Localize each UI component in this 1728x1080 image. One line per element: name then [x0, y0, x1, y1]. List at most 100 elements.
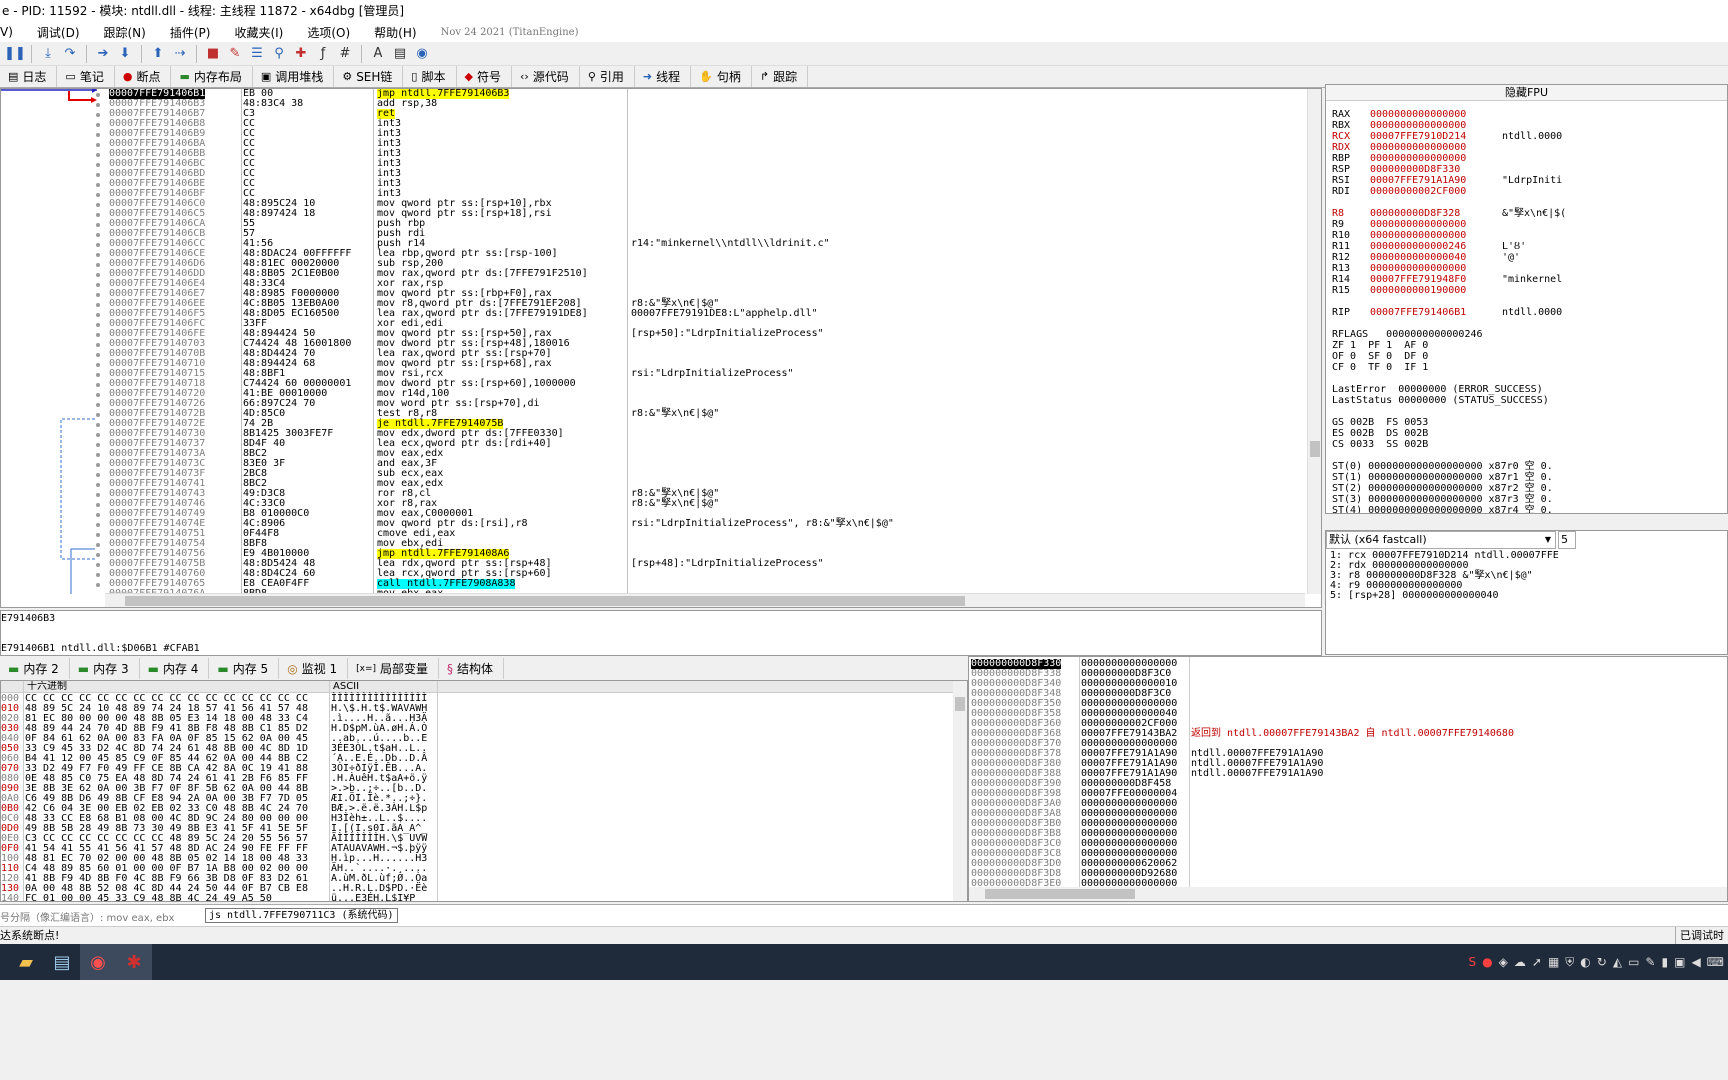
notepad-icon[interactable]: ▤ [44, 944, 80, 980]
fpu-line[interactable]: ST(1) 0000000000000000000 x87r1 空 0. [1326, 472, 1727, 483]
fpu-line[interactable]: ST(4) 0000000000000000000 x87r4 空 0. [1326, 505, 1727, 513]
menu-help[interactable]: 帮助(H) [374, 24, 416, 41]
segs-line[interactable]: GS 002B FS 0053 [1326, 417, 1727, 428]
menu-trace[interactable]: 跟踪(N) [104, 24, 146, 41]
menu-plugins[interactable]: 插件(P) [170, 24, 211, 41]
tab-memory-map[interactable]: ▬ 内存布局 [171, 66, 253, 87]
command-bar[interactable]: 号分隔（像汇编语言）: mov eax, ebx js ntdll.7FFE79… [0, 904, 1728, 926]
dump-rows[interactable]: 000 CC CC CC CC CC CC CC CC CC CC CC CC C… [1, 693, 967, 902]
disassembly-rows[interactable]: 00007FFE791406B1 EB 00 jmp ntdll.7FFE79140… [105, 89, 1305, 594]
tab-dump-2[interactable]: ▬ 内存 2 [0, 658, 70, 679]
disasm-row[interactable]: 00007FFE7914073C 83E0 3F and eax,3F [105, 459, 1305, 469]
register-row[interactable]: R11 0000000000000246 L'Ȣ' [1326, 241, 1727, 252]
arg-count-spinner[interactable]: 5 [1558, 531, 1576, 549]
segs-line[interactable]: CS 0033 SS 002B [1326, 439, 1727, 450]
register-row[interactable]: RCX 00007FFE7910D214 ntdll.0000 [1326, 131, 1727, 142]
tab-breakpoints[interactable]: ● 断点 [115, 66, 172, 87]
tray-update-icon[interactable]: ↻ [1597, 955, 1607, 969]
trace-into-icon[interactable]: ➔ [94, 45, 112, 63]
disasm-row[interactable]: 00007FFE791406C5 48:897424 18 mov qword pt… [105, 209, 1305, 219]
tray-arrow-icon[interactable]: ➚ [1532, 955, 1542, 969]
disasm-row[interactable]: 00007FFE791406BA CC int3 [105, 139, 1305, 149]
tab-threads[interactable]: ➜ 线程 [635, 66, 692, 87]
tray-security-icon[interactable]: ◐ [1580, 955, 1590, 969]
disasm-row[interactable]: 00007FFE791406BD CC int3 [105, 169, 1305, 179]
tab-log[interactable]: ▤ 日志 [0, 66, 58, 87]
disasm-row[interactable]: 00007FFE791406BC CC int3 [105, 159, 1305, 169]
disasm-row[interactable]: 00007FFE791406B9 CC int3 [105, 129, 1305, 139]
disasm-row[interactable]: 00007FFE791406B7 C3 ret [105, 109, 1305, 119]
disasm-row[interactable]: 00007FFE791406B8 CC int3 [105, 119, 1305, 129]
disasm-row[interactable]: 00007FFE79140751 0F44F8 cmove edi,eax [105, 529, 1305, 539]
battery-icon[interactable]: ▮ [1661, 955, 1668, 969]
menu-options[interactable]: 选项(O) [307, 24, 350, 41]
hex-dump-view[interactable]: 十六进制 ASCII 000 CC CC CC CC CC CC CC CC CC… [0, 680, 968, 902]
register-row[interactable]: RDX 0000000000000000 [1326, 142, 1727, 153]
call-arg[interactable]: 5: [rsp+28] 0000000000000040 [1330, 591, 1559, 601]
disasm-row[interactable]: 00007FFE7914073F 2BC8 sub ecx,eax [105, 469, 1305, 479]
disasm-row[interactable]: 00007FFE7914074E 4C:8906 mov qword ptr ds:… [105, 519, 1305, 529]
register-row[interactable]: R14 00007FFE791948F0 "minkernel [1326, 274, 1727, 285]
flags-line[interactable]: ZF 1 PF 1 AF 0 [1326, 340, 1727, 351]
tab-notes[interactable]: ▭ 笔记 [57, 66, 115, 87]
tab-handles[interactable]: ✋ 句柄 [691, 66, 752, 87]
calculator-icon[interactable]: ▤ [391, 45, 409, 63]
volume-icon[interactable]: ◀ [1691, 955, 1700, 969]
jump-gutter[interactable] [1, 87, 105, 609]
tab-watch-1[interactable]: ◎ 监视 1 [279, 658, 349, 679]
flags-line[interactable]: CF 0 TF 0 IF 1 [1326, 362, 1727, 373]
tab-source[interactable]: ‹› 源代码 [512, 66, 580, 87]
register-row[interactable]: RAX 0000000000000000 [1326, 109, 1727, 120]
tray-chat-icon[interactable]: ▭ [1628, 955, 1639, 969]
register-row[interactable]: R12 0000000000000040 '@' [1326, 252, 1727, 263]
register-panel[interactable]: 隐藏FPU RAX 0000000000000000 RBX 000000000000… [1325, 84, 1728, 514]
sogou-icon[interactable]: S [1469, 955, 1477, 969]
network-icon[interactable]: ▣ [1674, 955, 1685, 969]
file-explorer-icon[interactable]: ▰ [8, 944, 44, 980]
tray-cloud-icon[interactable]: ☁ [1514, 955, 1526, 969]
disasm-row[interactable]: 00007FFE79140765 E8 CEA0F4FF call ntdll.7F… [105, 579, 1305, 589]
tab-script[interactable]: ▯ 脚本 [403, 66, 457, 87]
step-into-icon[interactable]: ⤓ [39, 45, 57, 63]
register-row[interactable]: R15 0000000000190000 [1326, 285, 1727, 296]
menu-view[interactable]: V) [0, 25, 13, 39]
tab-call-stack[interactable]: ▣ 调用堆栈 [253, 66, 335, 87]
dump-vscroll[interactable] [953, 681, 967, 901]
disasm-row[interactable]: 00007FFE791406F5 48:8D05 EC160500 lea rax,… [105, 309, 1305, 319]
register-row[interactable]: R9 0000000000000000 [1326, 219, 1727, 230]
tab-struct[interactable]: § 结构体 [439, 658, 505, 679]
register-row[interactable]: R13 0000000000000000 [1326, 263, 1727, 274]
disasm-row[interactable]: 00007FFE791406DD 48:8B05 2C1E0B00 mov rax,… [105, 269, 1305, 279]
disasm-row[interactable]: 00007FFE791406B3 48:83C4 38 add rsp,38 [105, 99, 1305, 109]
disasm-row[interactable]: 00007FFE7914073A 8BC2 mov eax,edx [105, 449, 1305, 459]
stack-hscroll[interactable] [969, 887, 1727, 901]
x64dbg-taskbar-icon[interactable]: ◉ [80, 944, 116, 980]
register-row[interactable]: R10 0000000000000000 [1326, 230, 1727, 241]
disasm-row[interactable]: 00007FFE791406BB CC int3 [105, 149, 1305, 159]
tab-trace[interactable]: ↱ 跟踪 [752, 66, 809, 87]
register-row[interactable]: RSP 000000000D8F330 [1326, 164, 1727, 175]
scylla-icon[interactable]: ■ [204, 45, 222, 63]
nvidia-icon[interactable]: ◭ [1613, 955, 1622, 969]
labels-icon[interactable]: ⚲ [270, 45, 288, 63]
register-row[interactable]: RSI 00007FFE791A1A90 "LdrpIniti [1326, 175, 1727, 186]
disasm-row[interactable]: 00007FFE79140730 8B1425 3003FE7F mov edx,d… [105, 429, 1305, 439]
font-icon[interactable]: A [369, 45, 387, 63]
flags-line[interactable]: RFLAGS 0000000000000246 [1326, 329, 1727, 340]
tab-references[interactable]: ⚲ 引用 [580, 66, 635, 87]
run-to-user-code-icon[interactable]: ⇢ [171, 45, 189, 63]
stack-rows[interactable]: 000000000D8F330 0000000000000000 000000000… [969, 657, 1727, 889]
register-row[interactable]: RBX 0000000000000000 [1326, 120, 1727, 131]
bug-taskbar-icon[interactable]: ✱ [116, 944, 152, 980]
fpu-line[interactable]: ST(2) 0000000000000000000 x87r2 空 0. [1326, 483, 1727, 494]
tray-app-icon[interactable]: ◈ [1499, 955, 1508, 969]
disasm-row[interactable]: 00007FFE7914072B 4D:85C0 test r8,r8 r8:&"孯x… [105, 409, 1305, 419]
fpu-line[interactable]: ST(0) 0000000000000000000 x87r0 空 0. [1326, 461, 1727, 472]
stack-view[interactable]: 000000000D8F330 0000000000000000 000000000… [968, 656, 1728, 902]
call-convention-select[interactable]: 默认 (x64 fastcall) ▼ [1326, 531, 1556, 549]
disasm-hscroll[interactable] [105, 593, 1305, 607]
register-row[interactable]: RBP 0000000000000000 [1326, 153, 1727, 164]
disassembly-view[interactable]: 00007FFE791406B1 EB 00 jmp ntdll.7FFE79140… [0, 87, 1322, 609]
menu-favourites[interactable]: 收藏夹(I) [234, 24, 283, 41]
register-row[interactable]: RIP 00007FFE791406B1 ntdll.0000 [1326, 307, 1727, 318]
